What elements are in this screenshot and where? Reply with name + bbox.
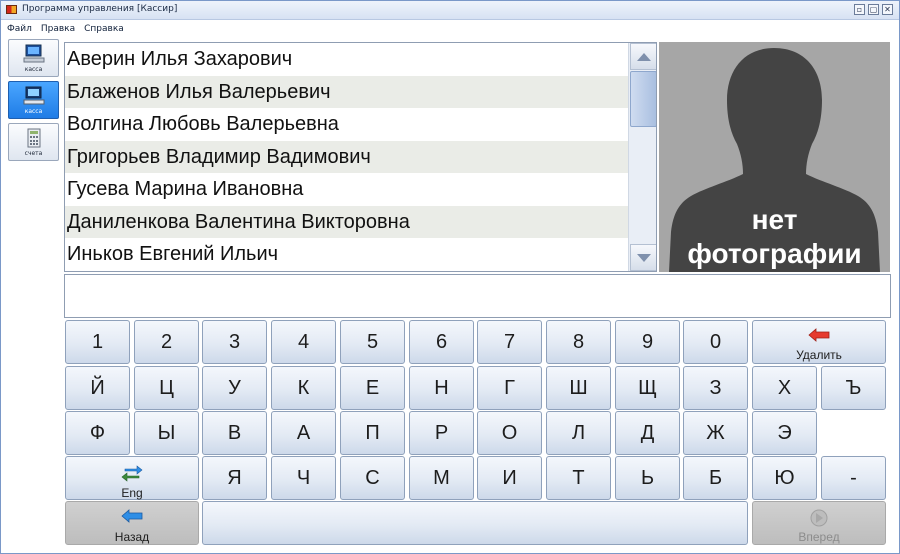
- key-у[interactable]: У: [202, 366, 267, 410]
- key-5[interactable]: 5: [340, 320, 405, 364]
- key-а[interactable]: А: [271, 411, 336, 455]
- key-6[interactable]: 6: [409, 320, 474, 364]
- menu-edit[interactable]: Правка: [41, 24, 75, 34]
- sidebar-item-label: касса: [24, 66, 43, 73]
- window-controls: ▫ ▢ ✕: [854, 4, 893, 15]
- key-н[interactable]: Н: [409, 366, 474, 410]
- app-icon: [6, 5, 17, 14]
- scroll-up-button[interactable]: [630, 43, 656, 70]
- delete-label: Удалить: [796, 348, 842, 362]
- list-item[interactable]: Блаженов Илья Валерьевич: [65, 75, 628, 108]
- arrow-right-icon: [810, 509, 828, 527]
- scroll-down-button[interactable]: [630, 244, 656, 271]
- list-item[interactable]: Аверин Илья Захарович: [65, 43, 628, 76]
- computer-icon: [23, 86, 45, 105]
- arrow-down-icon: [637, 254, 651, 262]
- sidebar-item-label: касса: [24, 108, 43, 115]
- key-ж[interactable]: Ж: [683, 411, 748, 455]
- space-key[interactable]: [202, 501, 748, 545]
- scroll-thumb[interactable]: [630, 71, 656, 127]
- search-input[interactable]: [64, 274, 891, 318]
- key-б[interactable]: Б: [683, 456, 748, 500]
- arrow-left-icon: [808, 328, 830, 342]
- title-bar: Программа управления [Кассир] ▫ ▢ ✕: [1, 1, 899, 20]
- key-к[interactable]: К: [271, 366, 336, 410]
- sidebar-item-label: счета: [24, 150, 43, 157]
- no-photo-line1: нет: [751, 204, 798, 235]
- key-dash[interactable]: -: [821, 456, 886, 500]
- key-ф[interactable]: Ф: [65, 411, 130, 455]
- key-х[interactable]: Х: [752, 366, 817, 410]
- list-item[interactable]: Даниленкова Валентина Викторовна: [65, 205, 628, 238]
- key-п[interactable]: П: [340, 411, 405, 455]
- key-7[interactable]: 7: [477, 320, 542, 364]
- list-item[interactable]: Григорьев Владимир Вадимович: [65, 140, 628, 173]
- key-1[interactable]: 1: [65, 320, 130, 364]
- key-о[interactable]: О: [477, 411, 542, 455]
- key-ц[interactable]: Ц: [134, 366, 199, 410]
- key-д[interactable]: Д: [615, 411, 680, 455]
- sidebar-item-cash-1[interactable]: касса: [8, 39, 59, 77]
- key-8[interactable]: 8: [546, 320, 611, 364]
- app-window: Программа управления [Кассир] ▫ ▢ ✕ Файл…: [0, 0, 900, 554]
- window-title: Программа управления [Кассир]: [22, 4, 178, 14]
- list-item[interactable]: Гусева Марина Ивановна: [65, 173, 628, 206]
- menu-help[interactable]: Справка: [84, 24, 124, 34]
- back-label: Назад: [114, 530, 150, 544]
- language-label: Eng: [121, 486, 143, 500]
- close-button[interactable]: ✕: [882, 4, 893, 15]
- key-и[interactable]: И: [477, 456, 542, 500]
- key-3[interactable]: 3: [202, 320, 267, 364]
- no-photo-line2: фотографии: [687, 238, 862, 269]
- arrow-up-icon: [637, 53, 651, 61]
- key-з[interactable]: З: [683, 366, 748, 410]
- sidebar-item-cash-2[interactable]: касса: [8, 81, 59, 119]
- scrollbar[interactable]: [628, 43, 656, 271]
- sidebar-item-accounts[interactable]: счета: [8, 123, 59, 161]
- forward-button[interactable]: Вперед: [752, 501, 886, 545]
- language-toggle-button[interactable]: Eng: [65, 456, 199, 500]
- key-ы[interactable]: Ы: [134, 411, 199, 455]
- key-2[interactable]: 2: [134, 320, 199, 364]
- arrow-left-icon: [121, 509, 143, 523]
- key-т[interactable]: Т: [546, 456, 611, 500]
- computer-icon: [23, 44, 45, 63]
- key-4[interactable]: 4: [271, 320, 336, 364]
- forward-label: Вперед: [798, 530, 840, 544]
- back-button[interactable]: Назад: [65, 501, 199, 545]
- key-ь[interactable]: Ь: [615, 456, 680, 500]
- key-9[interactable]: 9: [615, 320, 680, 364]
- on-screen-keyboard: 1 2 3 4 5 6 7 8 9 0 Удалить Й Ц У К Е Н …: [64, 320, 891, 547]
- maximize-button[interactable]: ▢: [868, 4, 879, 15]
- calculator-icon: [27, 128, 41, 148]
- key-в[interactable]: В: [202, 411, 267, 455]
- key-ч[interactable]: Ч: [271, 456, 336, 500]
- delete-button[interactable]: Удалить: [752, 320, 886, 364]
- key-0[interactable]: 0: [683, 320, 748, 364]
- list-item[interactable]: Иньков Евгений Ильич: [65, 238, 628, 271]
- key-ю[interactable]: Ю: [752, 456, 817, 500]
- key-щ[interactable]: Щ: [615, 366, 680, 410]
- key-с[interactable]: С: [340, 456, 405, 500]
- key-ш[interactable]: Ш: [546, 366, 611, 410]
- swap-arrows-icon: [121, 465, 143, 482]
- key-э[interactable]: Э: [752, 411, 817, 455]
- key-й[interactable]: Й: [65, 366, 130, 410]
- employee-list[interactable]: Аверин Илья Захарович Блаженов Илья Вале…: [64, 42, 657, 272]
- key-л[interactable]: Л: [546, 411, 611, 455]
- menu-bar: Файл Правка Справка: [1, 20, 899, 37]
- key-я[interactable]: Я: [202, 456, 267, 500]
- key-ъ[interactable]: Ъ: [821, 366, 886, 410]
- list-item[interactable]: Волгина Любовь Валерьевна: [65, 108, 628, 141]
- key-м[interactable]: М: [409, 456, 474, 500]
- key-р[interactable]: Р: [409, 411, 474, 455]
- key-г[interactable]: Г: [477, 366, 542, 410]
- employee-photo: нет фотографии: [659, 42, 890, 272]
- key-е[interactable]: Е: [340, 366, 405, 410]
- minimize-button[interactable]: ▫: [854, 4, 865, 15]
- menu-file[interactable]: Файл: [7, 24, 32, 34]
